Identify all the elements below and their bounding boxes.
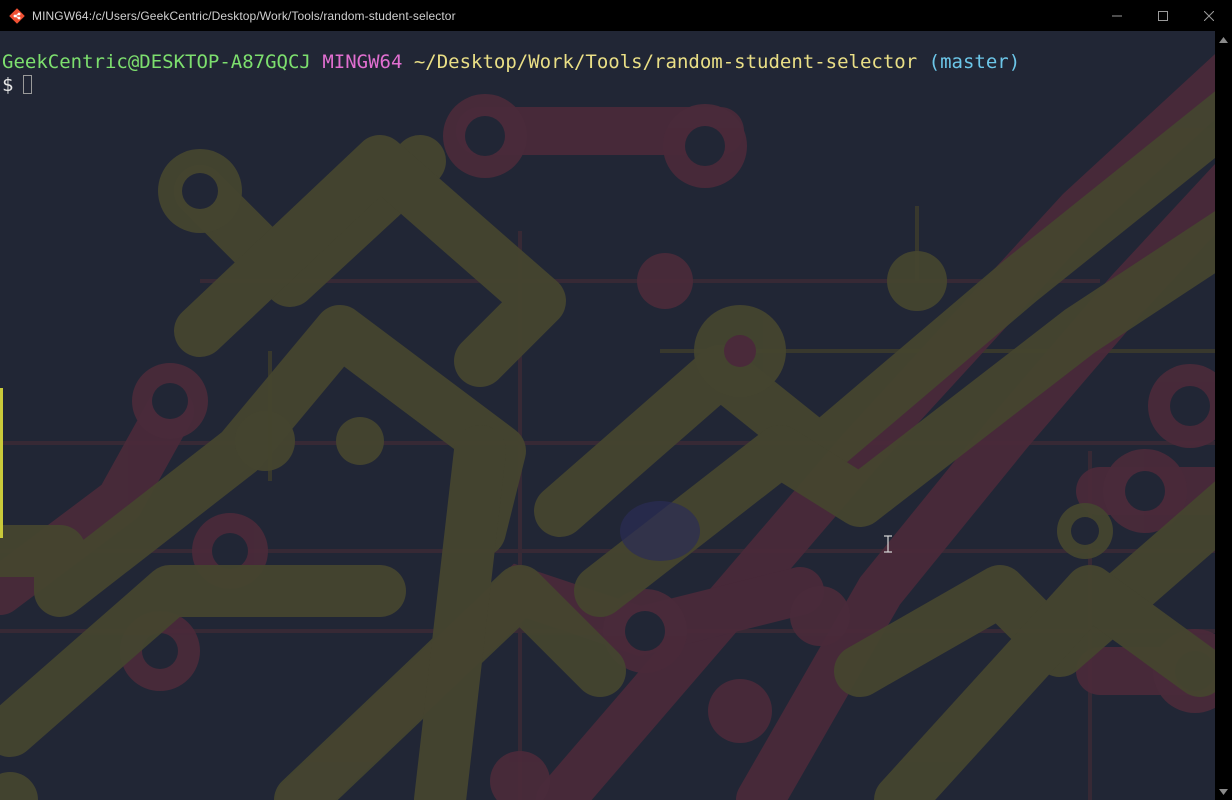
input-line[interactable]: $ — [2, 74, 1215, 97]
terminal-window: MINGW64:/c/Users/GeekCentric/Desktop/Wor… — [0, 0, 1232, 800]
scroll-down-arrow-icon[interactable] — [1215, 783, 1232, 800]
maximize-button[interactable] — [1140, 0, 1186, 31]
close-button[interactable] — [1186, 0, 1232, 31]
minimize-button[interactable] — [1094, 0, 1140, 31]
prompt-line: GeekCentric@DESKTOP-A87GQCJ MINGW64 ~/De… — [2, 51, 1215, 74]
prompt-user-host: GeekCentric@DESKTOP-A87GQCJ — [2, 51, 311, 73]
window-controls — [1094, 0, 1232, 31]
maximize-icon — [1158, 10, 1168, 21]
text-cursor — [23, 75, 33, 94]
scroll-up-arrow-icon[interactable] — [1215, 31, 1232, 48]
prompt-path: ~/Desktop/Work/Tools/random-student-sele… — [413, 51, 918, 73]
prompt-environment: MINGW64 — [322, 51, 403, 73]
prompt-branch: (master) — [928, 51, 1021, 73]
vertical-scrollbar[interactable] — [1215, 31, 1232, 800]
window-title: MINGW64:/c/Users/GeekCentric/Desktop/Wor… — [32, 8, 456, 23]
left-edge-highlight — [0, 388, 3, 538]
mouse-ibeam-cursor-icon — [884, 535, 892, 553]
prompt-symbol: $ — [2, 74, 14, 96]
title-bar[interactable]: MINGW64:/c/Users/GeekCentric/Desktop/Wor… — [0, 0, 1232, 31]
minimize-icon — [1112, 15, 1122, 16]
close-icon — [1204, 10, 1214, 21]
git-bash-icon[interactable] — [8, 7, 26, 25]
terminal-output[interactable]: GeekCentric@DESKTOP-A87GQCJ MINGW64 ~/De… — [0, 31, 1215, 800]
